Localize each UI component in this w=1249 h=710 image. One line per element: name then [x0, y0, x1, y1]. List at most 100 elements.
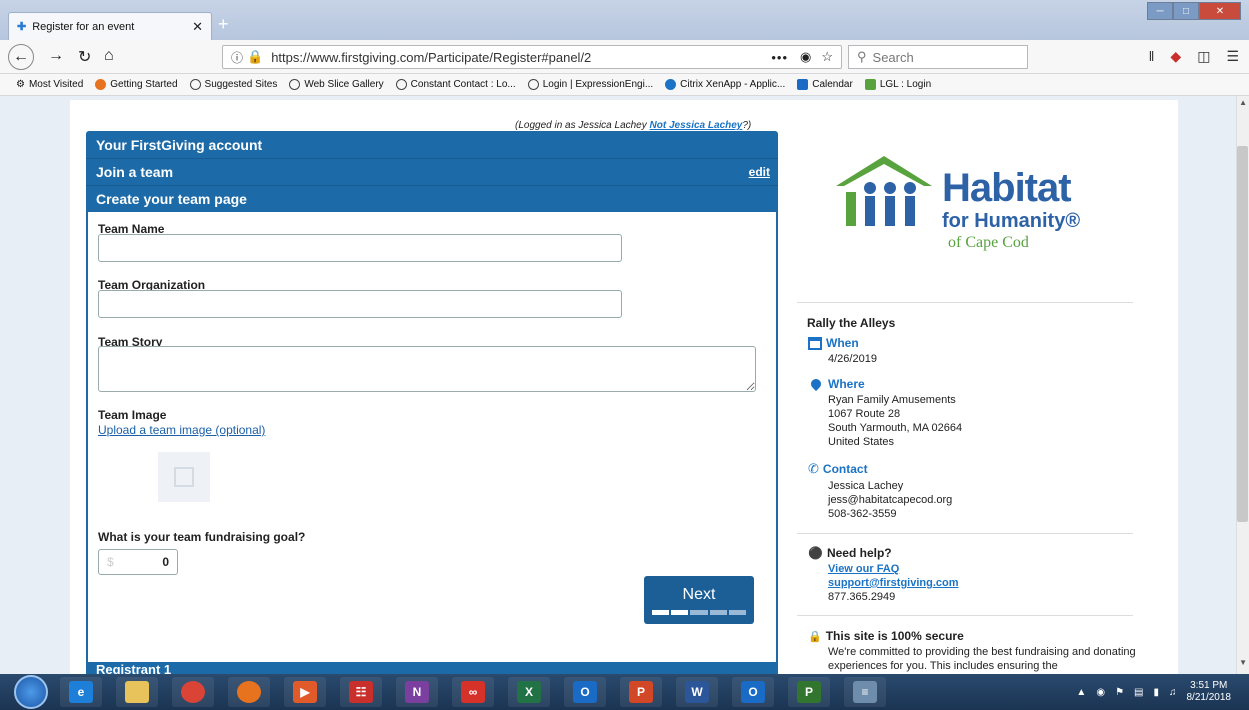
address-line: Ryan Family Amusements [828, 394, 956, 406]
extension-icon[interactable]: ◆ [1170, 48, 1181, 65]
address-bar[interactable]: ⓘ 🔒 https://www.firstgiving.com/Particip… [222, 45, 842, 69]
bookmark-item[interactable]: Suggested Sites [189, 79, 277, 90]
taskbar-internet-explorer[interactable]: e [60, 677, 102, 707]
taskbar-creative-cloud[interactable]: ∞ [452, 677, 494, 707]
progress-segment [690, 609, 708, 615]
goal-value: 0 [162, 555, 169, 569]
edit-link[interactable]: edit [749, 165, 770, 179]
bookmark-item[interactable]: Login | ExpressionEngi... [527, 79, 653, 90]
tray-arrow-icon[interactable]: ▲ [1076, 687, 1086, 698]
close-tab-icon[interactable]: ✕ [192, 19, 203, 35]
page-content: (Logged in as Jessica Lachey Not Jessica… [70, 100, 1178, 674]
taskbar-outlook[interactable]: O [564, 677, 606, 707]
media-player-icon: ▶ [293, 681, 317, 703]
team-name-input[interactable] [98, 234, 622, 262]
event-contact: ✆ Contact Jessica Lachey jess@habitatcape… [808, 461, 953, 520]
file-explorer-icon [125, 681, 149, 703]
bookmark-item[interactable]: LGL : Login [864, 79, 931, 90]
taskbar-outlook-2[interactable]: O [732, 677, 774, 707]
habitat-logo: Habitat for Humanity® of Cape Cod [832, 146, 1092, 256]
panel-header-account[interactable]: Your FirstGiving account [86, 131, 778, 158]
forward-arrow-icon[interactable]: → [48, 47, 64, 65]
team-organization-input[interactable] [98, 290, 622, 318]
faq-link[interactable]: View our FAQ [828, 563, 899, 575]
logo-line-2: for Humanity® [942, 210, 1081, 232]
start-button[interactable] [14, 675, 48, 709]
event-name: Rally the Alleys [807, 316, 896, 330]
image-placeholder-icon [158, 452, 210, 502]
globe-icon [527, 79, 539, 90]
support-email-link[interactable]: support@firstgiving.com [828, 577, 959, 589]
taskbar-excel[interactable]: X [508, 677, 550, 707]
maximize-icon[interactable]: □ [1173, 2, 1199, 20]
taskbar-acrobat[interactable]: ☷ [340, 677, 382, 707]
panel-header-create-team: Create your team page [86, 185, 778, 212]
browser-tab-bar: ✚ Register for an event ✕ + ─ □ ✕ [0, 0, 1249, 40]
reload-icon[interactable]: ↻ [78, 47, 91, 67]
taskbar-calculator[interactable]: ≡ [844, 677, 886, 707]
panel-header-registrant[interactable]: Registrant 1 [86, 662, 778, 674]
library-icon[interactable]: ‖ [1149, 48, 1155, 65]
outlook-icon: O [573, 681, 597, 703]
page-actions-icon[interactable]: ••• [771, 50, 788, 65]
scroll-down-arrow-icon[interactable]: ▼ [1239, 658, 1247, 667]
address-line: United States [828, 436, 895, 448]
taskbar-word[interactable]: W [676, 677, 718, 707]
map-pin-icon [808, 376, 824, 392]
minimize-icon[interactable]: ─ [1147, 2, 1173, 20]
bookmark-item[interactable]: Getting Started [95, 79, 178, 90]
bookmark-item[interactable]: Web Slice Gallery [289, 79, 384, 90]
taskbar-file-explorer[interactable] [116, 677, 158, 707]
scrollbar-thumb[interactable] [1237, 146, 1248, 522]
taskbar-onenote[interactable]: N [396, 677, 438, 707]
team-story-textarea[interactable] [98, 346, 756, 392]
windows-taskbar: e ▶ ☷ N ∞ X O P W O P ≡ ▲ ◉ ⚑ ▤ ▮ ♫ 3:51 PM 8/21/20… [0, 674, 1249, 710]
pocket-icon[interactable]: ◉ [800, 49, 811, 65]
bookmark-item[interactable]: ⚙ Most Visited [16, 79, 83, 90]
network-icon[interactable]: ▤ [1134, 687, 1143, 698]
panel-header-join-team[interactable]: Join a team edit [86, 158, 778, 185]
scroll-up-arrow-icon[interactable]: ▲ [1239, 98, 1247, 107]
menu-icon[interactable]: ☰ [1226, 48, 1239, 65]
search-input[interactable]: ⚲ Search [848, 45, 1028, 69]
volume-icon[interactable]: ♫ [1169, 687, 1177, 698]
chrome-icon [181, 681, 205, 703]
taskbar-powerpoint[interactable]: P [620, 677, 662, 707]
logo-line-3: of Cape Cod [948, 234, 1029, 251]
taskbar-media-player[interactable]: ▶ [284, 677, 326, 707]
window-close-icon[interactable]: ✕ [1199, 2, 1241, 20]
back-arrow-icon[interactable]: ← [8, 44, 34, 70]
team-form: Team Name Team Organization Team Story T… [86, 212, 778, 664]
action-center-icon[interactable]: ⚑ [1115, 687, 1124, 698]
progress-segment [652, 609, 670, 615]
not-user-link[interactable]: Not Jessica Lachey [650, 120, 743, 131]
taskbar-chrome[interactable] [172, 677, 214, 707]
site-info-icon[interactable]: ⓘ [231, 49, 243, 66]
tab-register-event[interactable]: ✚ Register for an event ✕ [8, 12, 212, 40]
sidebar-icon[interactable]: ◫ [1197, 48, 1210, 65]
next-button[interactable]: Next [644, 576, 754, 624]
tray-app-icon[interactable]: ◉ [1096, 687, 1105, 698]
upload-team-image-link[interactable]: Upload a team image (optional) [98, 423, 265, 437]
divider [797, 615, 1133, 616]
phone-icon: ✆ [808, 461, 819, 476]
bookmark-item[interactable]: Constant Contact : Lo... [395, 79, 516, 90]
help-section: ⚫ Need help? View our FAQ support@firstgi… [808, 546, 959, 603]
clock-date: 8/21/2018 [1186, 692, 1232, 703]
excel-icon: X [517, 681, 541, 703]
bookmark-star-icon[interactable]: ☆ [821, 49, 833, 65]
clock[interactable]: 3:51 PM 8/21/2018 [1187, 680, 1232, 704]
new-tab-icon[interactable]: + [218, 14, 229, 35]
bookmark-item[interactable]: Citrix XenApp - Applic... [665, 79, 785, 90]
internet-explorer-icon: e [69, 681, 93, 703]
bookmark-item[interactable]: Calendar [797, 79, 853, 90]
toolbar-icons: ‖ ◆ ◫ ☰ [1149, 48, 1239, 65]
signal-icon[interactable]: ▮ [1153, 687, 1159, 698]
fundraising-goal-input[interactable]: $ 0 [98, 549, 178, 575]
search-icon: ⚲ [857, 49, 867, 64]
progress-segment [728, 609, 747, 615]
taskbar-project[interactable]: P [788, 677, 830, 707]
home-icon[interactable]: ⌂ [104, 47, 114, 65]
taskbar-firefox[interactable] [228, 677, 270, 707]
onenote-icon: N [405, 681, 429, 703]
